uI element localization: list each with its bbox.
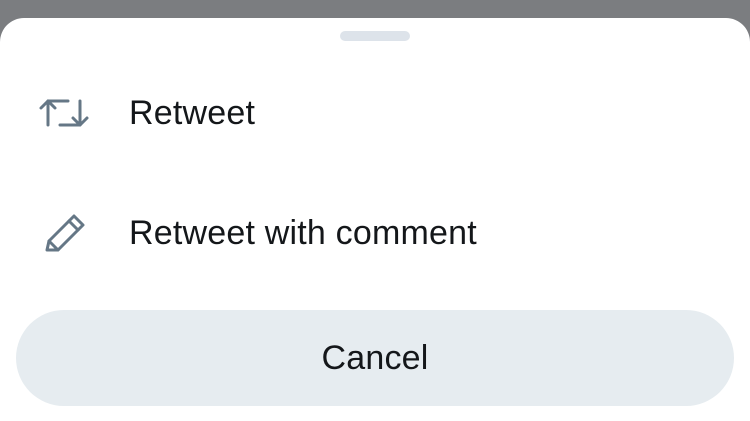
retweet-option[interactable]: Retweet (0, 63, 750, 163)
cancel-button-label: Cancel (321, 338, 429, 377)
retweet-with-comment-option[interactable]: Retweet with comment (0, 183, 750, 283)
retweet-icon (38, 93, 90, 133)
cancel-button[interactable]: Cancel (16, 310, 734, 406)
retweet-with-comment-option-label: Retweet with comment (129, 213, 477, 252)
retweet-option-label: Retweet (129, 93, 256, 132)
pencil-icon (38, 213, 90, 253)
sheet-grabber-handle[interactable] (340, 31, 410, 41)
action-sheet: Retweet Retweet with comment Cancel (0, 18, 750, 421)
